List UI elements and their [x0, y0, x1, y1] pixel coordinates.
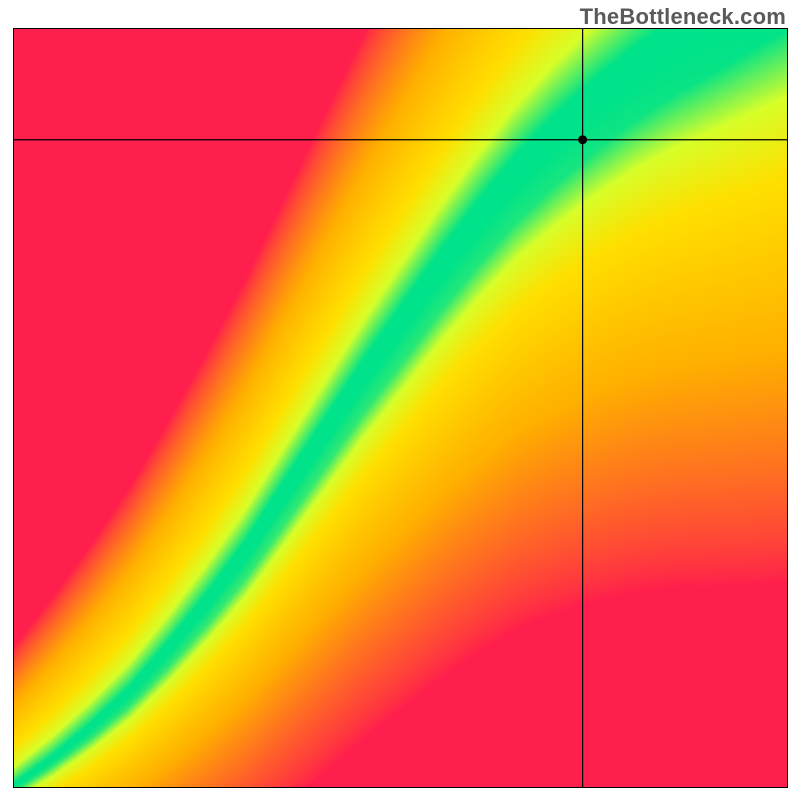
watermark-text: TheBottleneck.com: [580, 4, 786, 30]
heatmap-canvas: [13, 28, 788, 788]
chart-container: TheBottleneck.com: [0, 0, 800, 800]
